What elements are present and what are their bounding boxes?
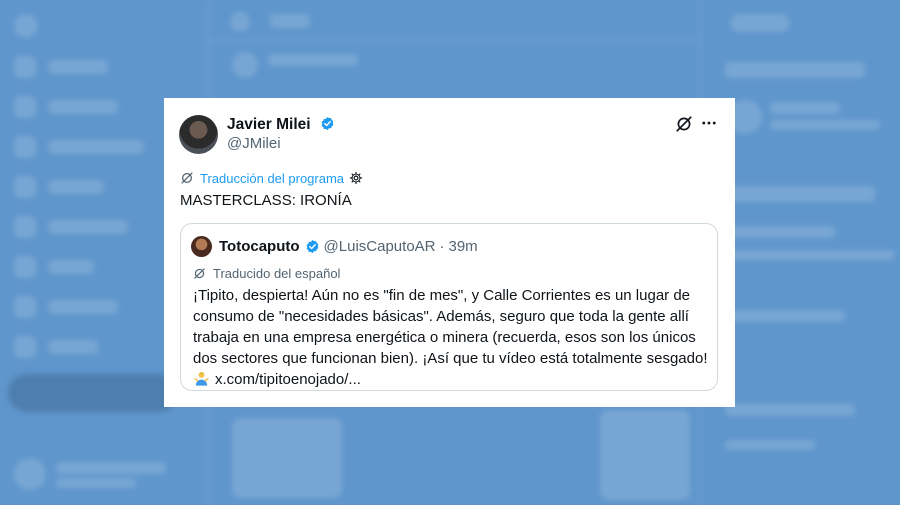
quoted-author-avatar[interactable]: [191, 236, 212, 257]
author-name-row[interactable]: Javier Milei: [227, 116, 335, 134]
separator-dot: ·: [439, 238, 445, 255]
quoted-link[interactable]: x.com/tipitoenojado/...: [215, 371, 361, 388]
quoted-tweet-time[interactable]: 39m: [449, 238, 478, 255]
quoted-text-line: dos sectores que funcionan bien). ¡Así q…: [193, 350, 708, 367]
translation-row[interactable]: Traducción del programa: [180, 169, 363, 187]
grok-icon[interactable]: [675, 115, 693, 133]
more-options-icon[interactable]: [700, 114, 718, 132]
author-avatar[interactable]: [179, 115, 218, 154]
translate-icon: [194, 267, 205, 279]
translate-icon: [181, 172, 193, 184]
tweet-text: MASTERCLASS: IRONÍA: [180, 192, 352, 209]
quoted-text-line: consumo de "necesidades básicas". Además…: [193, 308, 689, 325]
quoted-link-line: x.com/tipitoenojado/...: [193, 369, 708, 390]
quoted-translation-row: Traducido del español: [193, 265, 340, 281]
verified-badge-icon: [306, 239, 318, 254]
author-name[interactable]: Javier Milei: [227, 116, 311, 133]
translation-link[interactable]: Traducción del programa: [200, 171, 344, 186]
gear-icon[interactable]: [349, 171, 363, 185]
verified-badge-icon: [321, 116, 334, 131]
person-shrugging-icon: [194, 371, 209, 386]
quoted-author-handle[interactable]: @LuisCaputoAR: [324, 238, 436, 255]
quoted-author-name[interactable]: Totocaputo: [219, 238, 300, 255]
quoted-text-line: trabaja en una empresa energética o mine…: [193, 329, 696, 346]
author-handle[interactable]: @JMilei: [227, 135, 281, 152]
quoted-tweet-body: ¡Tipito, despierta! Aún no es "fin de me…: [193, 285, 708, 390]
quoted-text-line: ¡Tipito, despierta! Aún no es "fin de me…: [193, 287, 691, 304]
quoted-tweet-header: Totocaputo @LuisCaputoAR · 39m: [219, 238, 478, 255]
quoted-translation-label: Traducido del español: [213, 265, 341, 281]
